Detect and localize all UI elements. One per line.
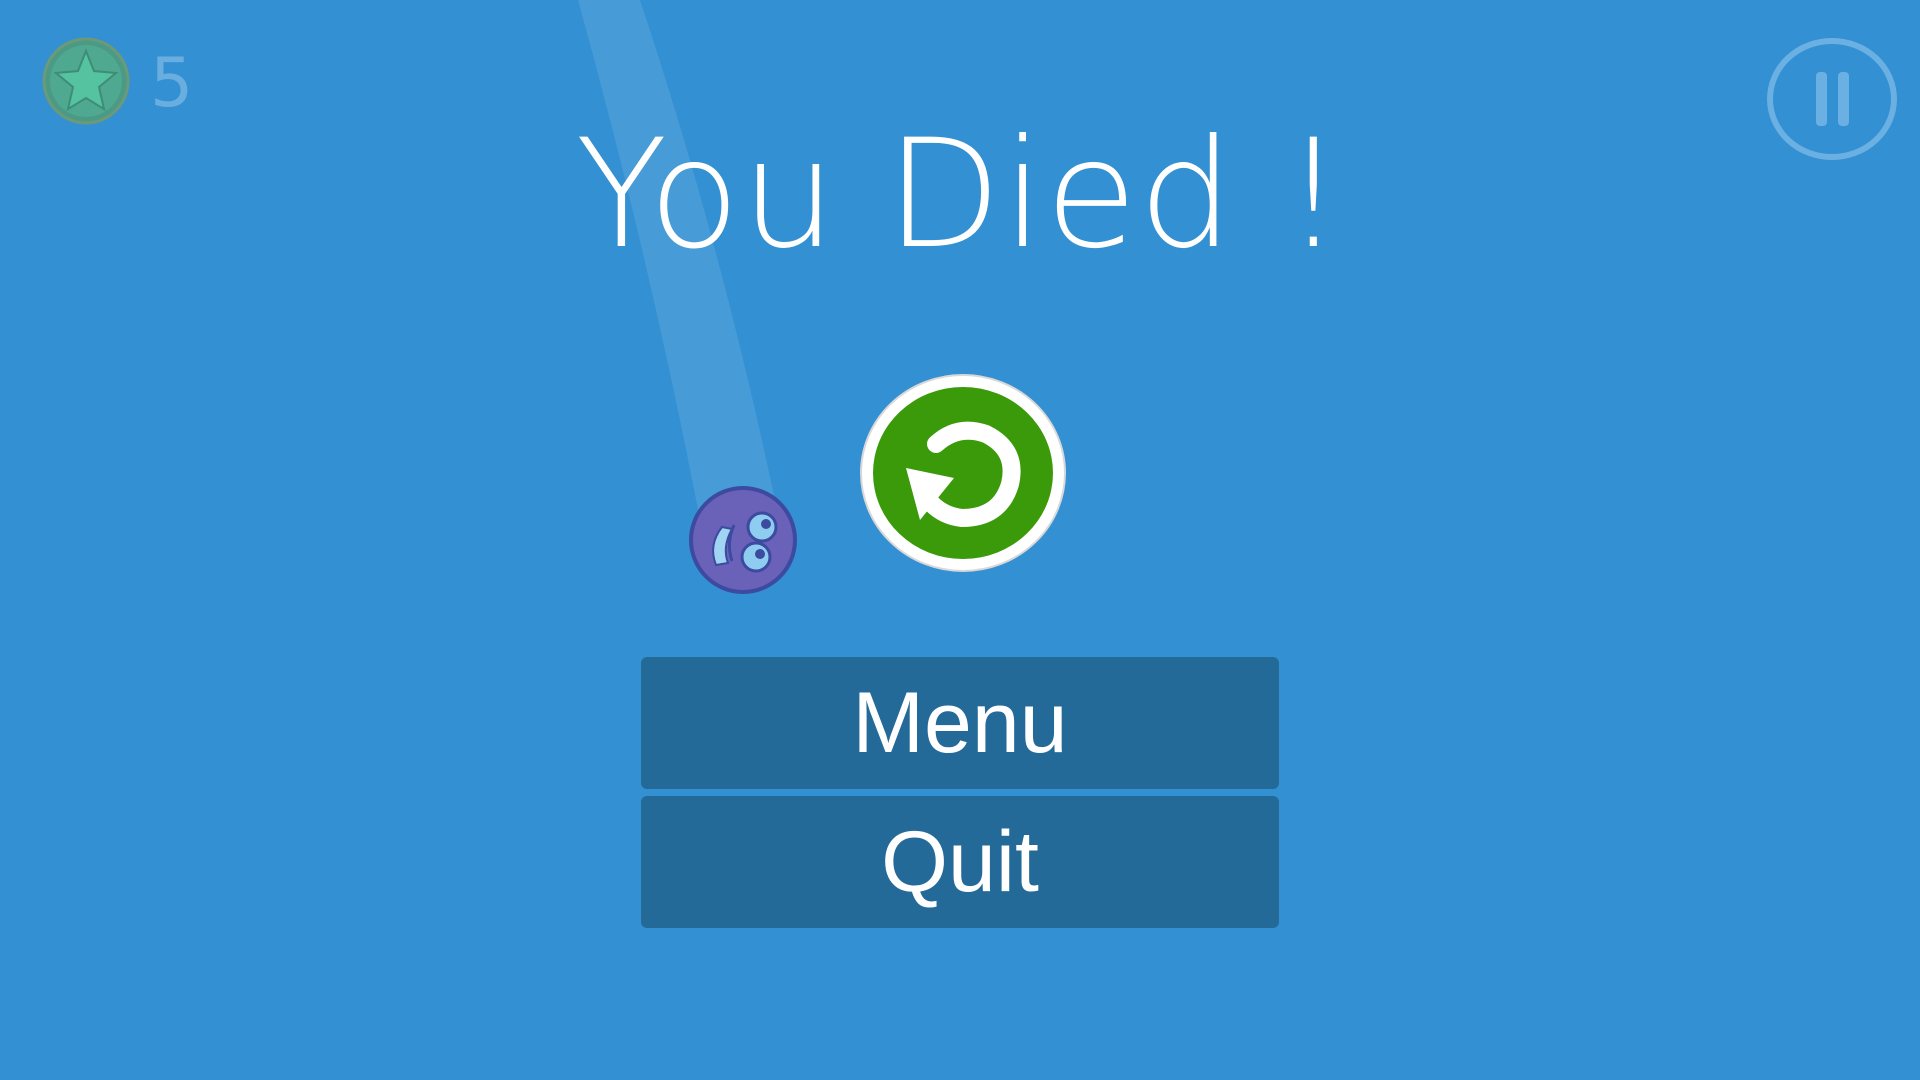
- game-over-title: You Died !: [575, 108, 1345, 282]
- restart-icon: [860, 374, 1066, 572]
- quit-button[interactable]: Quit: [641, 796, 1279, 928]
- game-scene: 5 You Died ! Menu Quit: [0, 0, 1920, 1080]
- restart-button[interactable]: [858, 372, 1068, 574]
- player-ball: [689, 486, 797, 594]
- menu-button[interactable]: Menu: [641, 657, 1279, 789]
